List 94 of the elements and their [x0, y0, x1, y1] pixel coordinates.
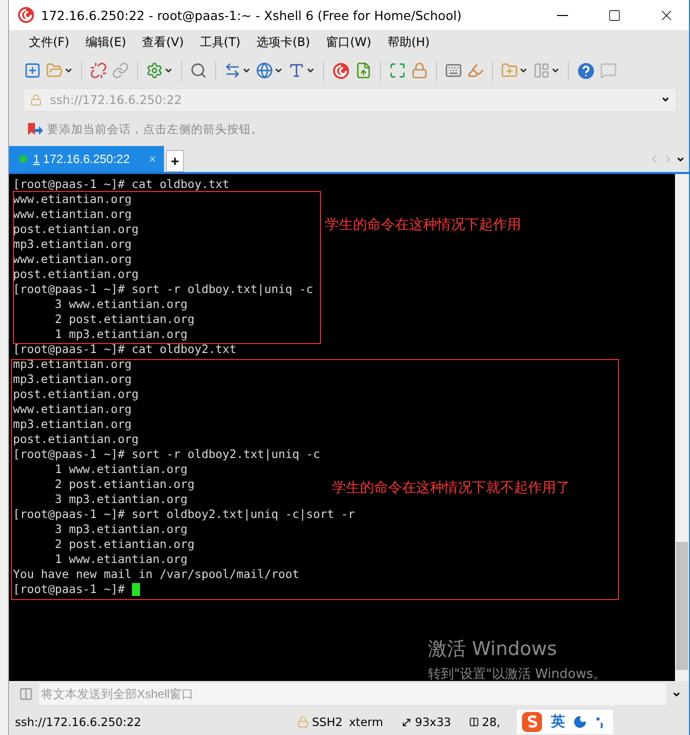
terminal-line: mp3.etiantian.org — [13, 417, 132, 432]
terminal-line: mp3.etiantian.org — [13, 372, 132, 388]
help-icon — [577, 62, 595, 80]
terminal-line: www.etiantian.org — [13, 192, 132, 208]
terminal-line: You have new mail in /var/spool/mail/root — [13, 567, 300, 582]
terminal-line: mp3.etiantian.org — [13, 237, 132, 252]
minimize-icon — [556, 14, 568, 16]
menu-item[interactable]: 查看(V) — [134, 34, 192, 52]
new-session-icon — [24, 62, 41, 80]
terminal-line: 1 www.etiantian.org — [54, 552, 188, 568]
terminal-line: [root@paas-1 ~]# sort oldboy2.txt|uniq -c|sort -r — [13, 507, 356, 522]
caret-icon[interactable] — [672, 690, 681, 699]
terminal-line: 3 mp3.etiantian.org — [54, 492, 188, 508]
terminal-line: post.etiantian.org — [13, 387, 139, 402]
lock-icon — [297, 716, 309, 728]
scroll-thumb[interactable] — [676, 542, 688, 670]
caret-icon — [519, 66, 528, 76]
transfer-icon — [224, 62, 241, 80]
highlighter-icon — [467, 62, 484, 80]
resize-icon — [401, 716, 412, 728]
terminal-line: [root@paas-1 ~]# sort -r oldboy.txt|uniq -c — [13, 282, 314, 298]
caret-icon — [274, 66, 283, 76]
caret-icon — [164, 66, 173, 76]
layout-icon — [533, 62, 550, 80]
bookmark-arrow-icon — [27, 122, 43, 136]
size-status: 93x33 — [415, 715, 452, 730]
terminal-line: post.etiantian.org — [13, 222, 139, 238]
swirl-icon — [332, 62, 350, 80]
text-cursor — [132, 583, 140, 596]
input-mode-indicator[interactable]: 英 — [551, 713, 565, 732]
session-tab[interactable]: 1 172.16.6.250:22 × — [9, 146, 164, 172]
chat-icon — [600, 62, 617, 80]
caret-icon[interactable] — [676, 154, 685, 164]
annotation-text: 学生的命令在这种情况下起作用 — [325, 216, 521, 234]
font-icon — [288, 62, 305, 80]
terminal-line: mp3.etiantian.org — [13, 357, 132, 372]
terminal-line: [root@paas-1 ~]# — [13, 582, 126, 598]
terminal-type-status: xterm — [349, 715, 384, 730]
settings-icon — [146, 62, 163, 80]
hint-text: 要添加当前会话，点击左侧的箭头按钮。 — [47, 122, 263, 137]
terminal-line: 3 www.etiantian.org — [54, 297, 188, 312]
menu-item[interactable]: 帮助(H) — [379, 34, 438, 52]
link-icon — [112, 62, 129, 80]
terminal-line: 1 mp3.etiantian.org — [54, 327, 188, 342]
terminal-line: www.etiantian.org — [13, 252, 132, 268]
address-text: ssh://172.16.6.250:22 — [50, 92, 183, 107]
disconnect-icon — [90, 62, 107, 80]
caret-icon — [64, 66, 73, 76]
terminal-line: www.etiantian.org — [13, 402, 132, 418]
activation-hint: 转到"设置"以激活 Windows。 — [428, 666, 606, 683]
terminal-line: 1 www.etiantian.org — [54, 462, 188, 478]
terminal-line: [root@paas-1 ~]# cat oldboy.txt — [13, 177, 230, 192]
caret-icon — [661, 95, 670, 104]
connection-status: ssh://172.16.6.250:22 — [15, 715, 142, 730]
cursor-position-status: 28, — [482, 715, 500, 730]
terminal-line: [root@paas-1 ~]# sort -r oldboy2.txt|uniq -c — [13, 447, 320, 462]
activation-title: 激活 Windows — [428, 637, 558, 662]
keyboard-icon — [445, 62, 462, 80]
folder-icon — [46, 62, 63, 80]
terminal-line: 2 post.etiantian.org — [54, 312, 194, 328]
lock-icon — [30, 94, 42, 106]
caret-icon — [306, 66, 315, 76]
terminal-line: post.etiantian.org — [13, 267, 139, 282]
menu-item[interactable]: 选项卡(B) — [248, 34, 318, 52]
file-transfer-icon — [355, 62, 372, 80]
new-tab-button[interactable]: + — [166, 150, 184, 172]
terminal[interactable] — [9, 174, 689, 682]
menu-item[interactable]: 窗口(W) — [318, 34, 380, 52]
protocol-status: SSH2 — [312, 715, 343, 730]
window-title: 172.16.6.250:22 - root@paas-1:~ - Xshell 6 (Free for Home/School) — [41, 8, 463, 22]
terminal-line: 2 post.etiantian.org — [54, 537, 194, 552]
search-icon — [190, 62, 207, 80]
terminal-line: 2 post.etiantian.org — [54, 477, 194, 492]
new-folder-icon — [501, 62, 518, 80]
terminal-line: 3 mp3.etiantian.org — [54, 522, 188, 538]
caret-icon — [551, 66, 560, 76]
compose-field[interactable]: 将文本发送到全部Xshell窗口 — [39, 683, 666, 706]
fullscreen-icon — [389, 62, 406, 80]
terminal-line: www.etiantian.org — [13, 207, 132, 222]
globe-icon — [256, 62, 273, 80]
app-logo-icon — [17, 6, 35, 24]
scrollbar[interactable] — [675, 174, 689, 682]
punctuation-icon[interactable] — [595, 715, 605, 730]
menu-item[interactable]: 编辑(E) — [77, 34, 134, 52]
menu-item[interactable]: 工具(T) — [192, 34, 248, 52]
lock-icon — [411, 62, 428, 80]
caret-icon — [242, 66, 251, 76]
terminal-line: [root@paas-1 ~]# cat oldboy2.txt — [13, 342, 236, 358]
annotation-text: 学生的命令在这种情况下就不起作用了 — [332, 479, 570, 498]
terminal-line: post.etiantian.org — [13, 432, 139, 448]
maximize-icon — [608, 8, 620, 22]
moon-icon[interactable] — [573, 715, 587, 730]
tab-label: 1 172.16.6.250:22 — [33, 152, 130, 166]
menu-item[interactable]: 文件(F) — [21, 34, 78, 52]
